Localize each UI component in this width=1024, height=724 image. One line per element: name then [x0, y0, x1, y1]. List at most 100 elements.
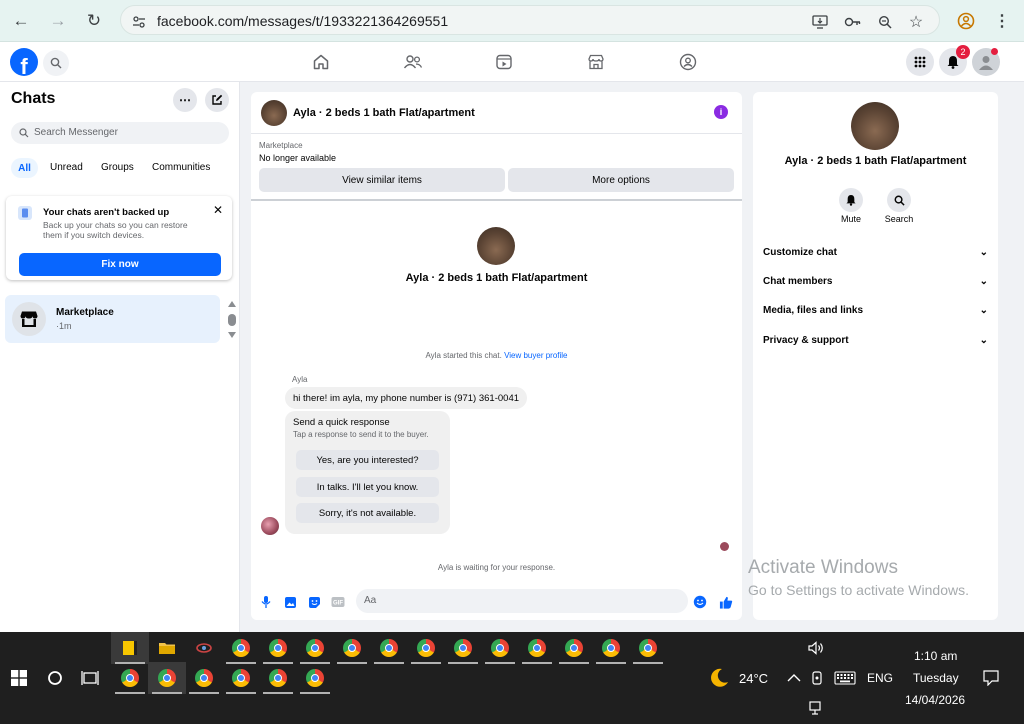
listing-avatar[interactable]: [261, 100, 287, 126]
groups-icon[interactable]: [675, 50, 701, 74]
view-similar-items-button[interactable]: View similar items: [259, 168, 505, 192]
windows-start-icon[interactable]: [0, 662, 38, 694]
chrome-icon[interactable]: [185, 662, 223, 694]
scroll-up-arrow[interactable]: [228, 301, 236, 307]
view-buyer-profile-link[interactable]: View buyer profile: [504, 351, 567, 360]
chat-list-item[interactable]: Marketplace ·1m: [5, 295, 220, 343]
chats-sidebar: Chats ⋯ Search Messenger All Unread Grou…: [0, 82, 240, 632]
friends-icon[interactable]: [400, 50, 426, 74]
home-icon[interactable]: [308, 50, 334, 74]
scroll-down-arrow[interactable]: [228, 332, 236, 338]
browser-menu-icon[interactable]: ⋮: [989, 8, 1015, 34]
facebook-search-icon[interactable]: [43, 50, 69, 76]
back-icon[interactable]: ←: [8, 8, 34, 34]
clock-day[interactable]: Tuesday: [913, 671, 959, 685]
facebook-logo[interactable]: f: [10, 48, 38, 76]
menu-grid-icon[interactable]: [906, 48, 934, 76]
marketplace-icon[interactable]: [583, 50, 609, 74]
search-label: Search: [884, 214, 914, 224]
task-view-icon[interactable]: [71, 662, 109, 694]
chrome-icon[interactable]: [518, 632, 556, 664]
chrome-icon[interactable]: [296, 632, 334, 664]
microphone-icon[interactable]: [259, 595, 273, 609]
chat-members-row[interactable]: Chat members ⌄: [763, 272, 988, 290]
network-icon[interactable]: [798, 692, 836, 724]
app-icon[interactable]: [185, 632, 223, 664]
chrome-icon[interactable]: [481, 632, 519, 664]
filter-communities[interactable]: Communities: [152, 162, 210, 173]
info-icon[interactable]: i: [714, 105, 728, 119]
address-bar[interactable]: facebook.com/messages/t/1933221364269551…: [120, 5, 940, 35]
filter-unread[interactable]: Unread: [50, 162, 83, 173]
weather-temperature[interactable]: 24°C: [739, 671, 768, 686]
search-button[interactable]: [886, 188, 912, 212]
bookmark-star-icon[interactable]: ☆: [908, 14, 924, 31]
emoji-icon[interactable]: [693, 595, 707, 609]
mute-button[interactable]: [838, 188, 864, 212]
conversation-details-panel: Ayla · 2 beds 1 bath Flat/apartment Mute…: [753, 92, 998, 620]
customize-chat-row[interactable]: Customize chat ⌄: [763, 243, 988, 261]
volume-icon[interactable]: [798, 632, 836, 664]
new-message-icon[interactable]: [205, 88, 229, 112]
close-icon[interactable]: ✕: [213, 203, 223, 217]
activate-windows-title: Activate Windows: [748, 557, 898, 578]
sticky-notes-icon[interactable]: [111, 632, 149, 664]
windows-taskbar: 1:10 am 24°C ENG Tuesday 14/04/2026: [0, 632, 1024, 724]
seen-indicator-avatar: [720, 542, 729, 551]
install-app-icon[interactable]: [812, 14, 828, 30]
fix-now-button[interactable]: Fix now: [19, 253, 221, 276]
row-label: Customize chat: [763, 246, 837, 258]
site-info-icon[interactable]: [131, 14, 147, 30]
media-files-links-row[interactable]: Media, files and links ⌄: [763, 301, 988, 319]
search-messenger-input[interactable]: Search Messenger: [11, 122, 229, 144]
chrome-icon[interactable]: [444, 632, 482, 664]
chrome-icon[interactable]: [407, 632, 445, 664]
chrome-icon[interactable]: [592, 632, 630, 664]
reload-icon[interactable]: ↻: [81, 8, 107, 34]
quick-response-button[interactable]: In talks. I'll let you know.: [296, 477, 439, 497]
notification-center-icon[interactable]: [972, 662, 1010, 694]
filter-all[interactable]: All: [11, 158, 38, 178]
chrome-icon[interactable]: [370, 632, 408, 664]
scrollbar-thumb[interactable]: [228, 314, 236, 326]
more-options-button[interactable]: More options: [508, 168, 734, 192]
chrome-icon[interactable]: [111, 662, 149, 694]
chrome-icon[interactable]: [222, 662, 260, 694]
message-bubble: hi there! im ayla, my phone number is (9…: [285, 387, 528, 409]
password-key-icon[interactable]: [843, 14, 863, 30]
more-options-icon[interactable]: ⋯: [173, 88, 197, 112]
filter-groups[interactable]: Groups: [101, 162, 134, 173]
chrome-icon[interactable]: [259, 632, 297, 664]
chevron-down-icon: ⌄: [979, 246, 988, 258]
chrome-icon[interactable]: [222, 632, 260, 664]
sender-avatar[interactable]: [261, 517, 279, 535]
clock-time[interactable]: 1:10 am: [914, 649, 957, 663]
message-input[interactable]: Aa: [356, 589, 688, 613]
video-icon[interactable]: [491, 50, 517, 74]
chrome-icon[interactable]: [259, 662, 297, 694]
search-circle-icon[interactable]: [36, 662, 74, 694]
zoom-icon[interactable]: [877, 14, 893, 30]
chrome-icon[interactable]: [296, 662, 334, 694]
chrome-icon[interactable]: [629, 632, 667, 664]
like-thumb-icon[interactable]: [719, 595, 733, 609]
profile-icon[interactable]: [953, 8, 979, 34]
clock-date[interactable]: 14/04/2026: [905, 693, 965, 707]
photo-icon[interactable]: [283, 595, 297, 609]
forward-icon[interactable]: →: [45, 8, 71, 34]
file-explorer-icon[interactable]: [148, 632, 186, 664]
chat-started-text: Ayla started this chat.: [425, 351, 502, 360]
keyboard-icon[interactable]: [826, 662, 864, 694]
chevron-down-icon: ⌄: [979, 304, 988, 316]
quick-response-button[interactable]: Yes, are you interested?: [296, 450, 439, 470]
sticker-icon[interactable]: [307, 595, 321, 609]
quick-response-button[interactable]: Sorry, it's not available.: [296, 503, 439, 523]
weather-moon-icon[interactable]: [700, 662, 738, 694]
chrome-icon[interactable]: [148, 662, 186, 694]
conversation-title[interactable]: Ayla · 2 beds 1 bath Flat/apartment: [293, 107, 475, 119]
gif-icon[interactable]: GIF: [331, 595, 345, 609]
chrome-icon[interactable]: [333, 632, 371, 664]
input-language[interactable]: ENG: [867, 671, 893, 685]
privacy-support-row[interactable]: Privacy & support ⌄: [763, 331, 988, 349]
chrome-icon[interactable]: [555, 632, 593, 664]
